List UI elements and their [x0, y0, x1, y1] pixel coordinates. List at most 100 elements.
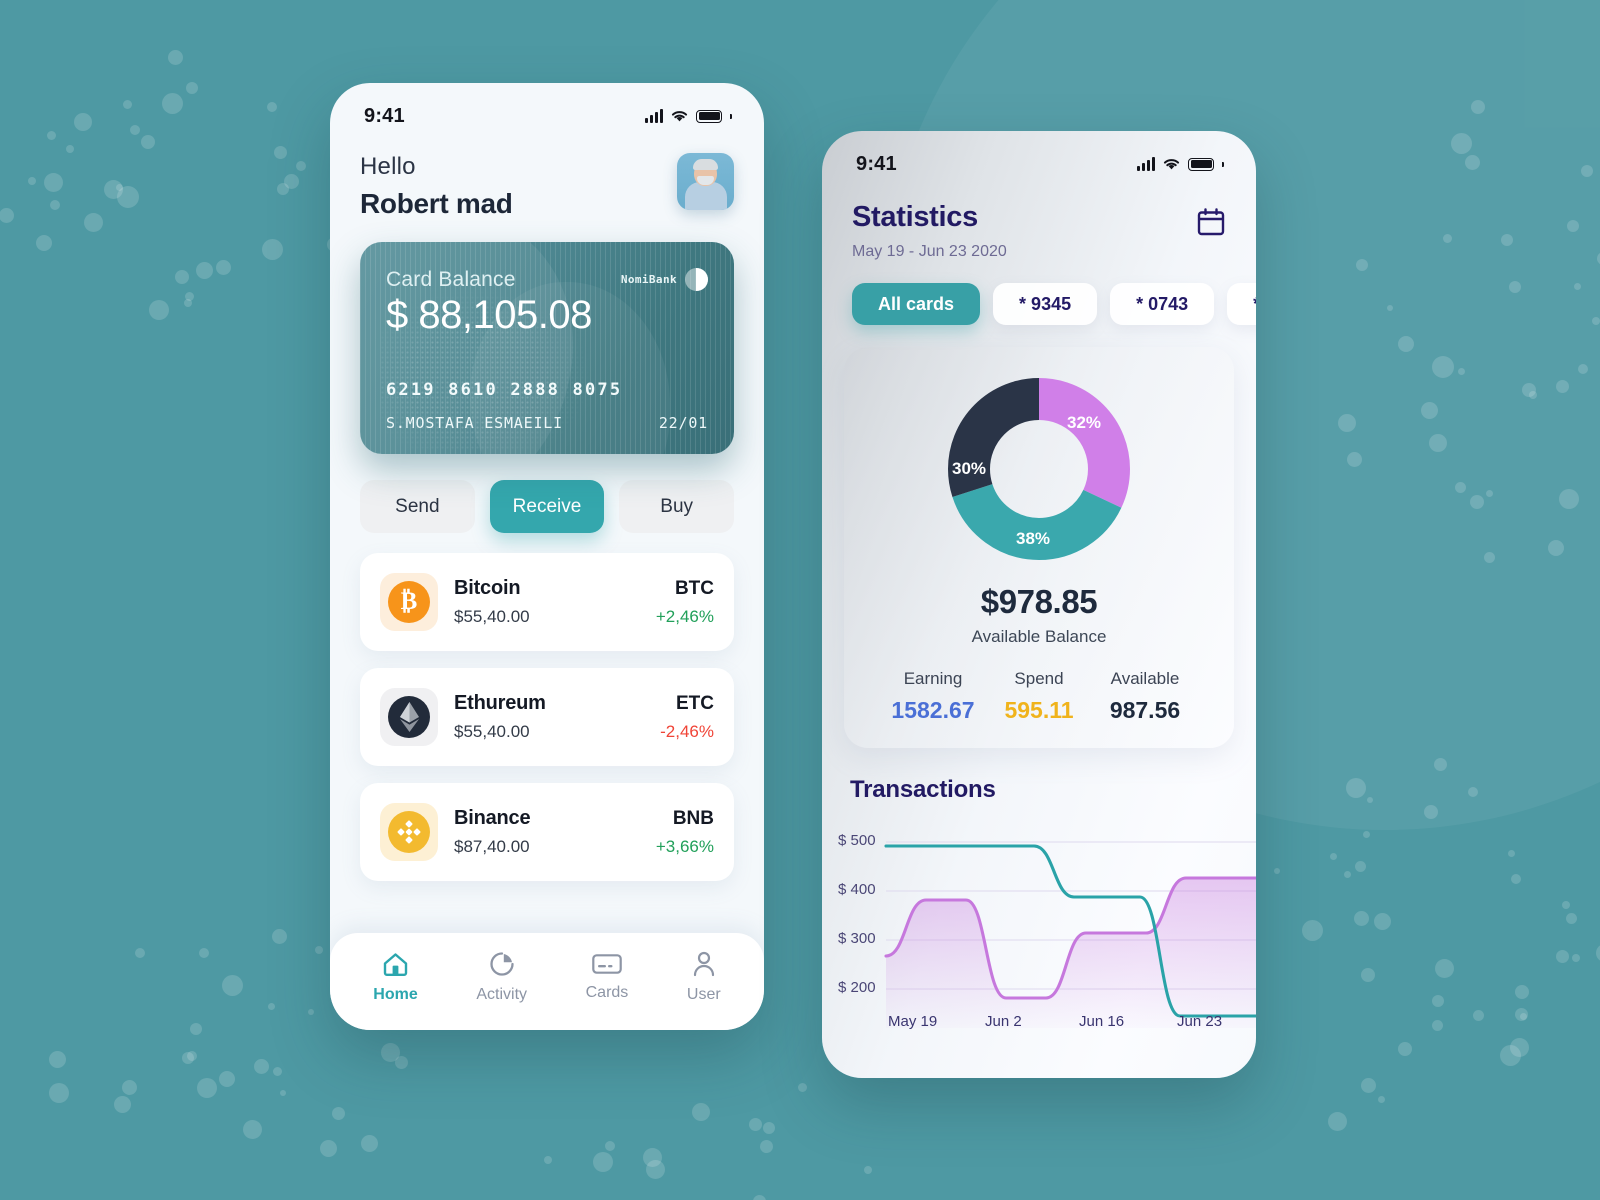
- chip-all-cards[interactable]: All cards: [852, 283, 981, 325]
- coin-change: -2,46%: [660, 721, 714, 741]
- buy-button[interactable]: Buy: [619, 480, 735, 533]
- status-bar-left: 9:41: [330, 83, 764, 139]
- stat-value: 595.11: [1004, 697, 1074, 723]
- y-axis-label: $ 400: [838, 881, 876, 898]
- coin-info: Ethureum $55,40.00: [454, 692, 644, 742]
- stat-label: Earning: [903, 669, 963, 688]
- donut-chart-wrap: 32% 38% 30%: [864, 369, 1214, 569]
- transactions-chart: $ 500 $ 400 $ 300 $ 200 May 19 Jun 2 Jun…: [822, 820, 1256, 1030]
- chip-card-0743[interactable]: * 0743: [1110, 283, 1215, 325]
- bitcoin-icon: ₿: [380, 573, 438, 631]
- credit-card-icon: [592, 954, 622, 974]
- tab-cards[interactable]: Cards: [585, 953, 629, 1002]
- coin-info: Bitcoin $55,40.00: [454, 577, 640, 627]
- card-balance-amount: $ 88,105.08: [386, 293, 592, 337]
- available-balance-block: $978.85 Available Balance: [864, 583, 1214, 647]
- coin-price: $55,40.00: [454, 722, 530, 741]
- coin-name: Binance: [454, 807, 531, 829]
- status-bar-right: 9:41: [822, 131, 1256, 187]
- battery-tip-icon: [1222, 161, 1224, 167]
- receive-button[interactable]: Receive: [489, 480, 605, 533]
- tab-home[interactable]: Home: [373, 952, 418, 1004]
- balance-amount: $978.85: [980, 583, 1098, 620]
- greeting-text-block: Hello Robert mad: [360, 153, 513, 220]
- chip-card-more[interactable]: *: [1227, 283, 1256, 325]
- ethereum-glyph: [388, 696, 430, 738]
- action-buttons: Send Receive Buy: [330, 454, 764, 533]
- bitcoin-glyph: ₿: [388, 581, 430, 623]
- cellular-signal-icon: [645, 109, 663, 123]
- ethereum-icon: [380, 688, 438, 746]
- list-item[interactable]: Binance $87,40.00 BNB +3,66%: [360, 783, 734, 881]
- x-axis-label: Jun 16: [1079, 1013, 1125, 1030]
- status-icons: [645, 109, 732, 123]
- y-axis-label: $ 300: [838, 930, 876, 947]
- tab-user[interactable]: User: [687, 951, 721, 1004]
- balance-label: Available Balance: [971, 627, 1107, 646]
- wifi-icon: [671, 111, 688, 122]
- bank-name: NomiBank: [620, 273, 677, 286]
- x-axis-label: Jun 23: [1177, 1013, 1223, 1030]
- stat-earning: Earning 1582.67: [880, 669, 986, 724]
- status-icons: [1137, 157, 1224, 171]
- coin-price: $87,40.00: [454, 837, 530, 856]
- list-item[interactable]: Ethureum $55,40.00 ETC -2,46%: [360, 668, 734, 766]
- user-icon: [693, 951, 714, 977]
- coin-name: Ethureum: [454, 692, 546, 714]
- chip-card-9345[interactable]: * 9345: [993, 283, 1098, 325]
- crypto-list: ₿ Bitcoin $55,40.00 BTC +2,46% Ethureum …: [330, 533, 764, 881]
- tab-label: Cards: [585, 984, 629, 1001]
- home-icon: [383, 952, 408, 976]
- binance-glyph: [388, 811, 430, 853]
- stat-value: 987.56: [1109, 697, 1181, 723]
- coin-symbol: BNB: [672, 807, 714, 829]
- status-time: 9:41: [364, 104, 405, 127]
- x-axis-label: May 19: [888, 1013, 938, 1030]
- greeting-hello: Hello: [360, 153, 416, 180]
- phone-statistics-screen: 9:41 Statistics May 19 - Jun 23 2020 All…: [822, 131, 1256, 1078]
- tab-label: User: [686, 986, 721, 1003]
- card-filter-chips: All cards * 9345 * 0743 *: [822, 261, 1256, 325]
- bank-card[interactable]: Card Balance NomiBank $ 88,105.08 6219 8…: [360, 242, 734, 454]
- page-title: Statistics: [852, 201, 978, 233]
- avatar-body: [685, 182, 727, 210]
- tab-label: Home: [373, 985, 418, 1003]
- list-item[interactable]: ₿ Bitcoin $55,40.00 BTC +2,46%: [360, 553, 734, 651]
- wifi-icon: [1163, 159, 1180, 170]
- coin-change: +3,66%: [655, 836, 714, 856]
- bank-logo: NomiBank: [621, 268, 708, 291]
- statistics-panel: 32% 38% 30% $978.85 Available Balance Ea…: [844, 347, 1234, 748]
- stat-value: 1582.67: [891, 697, 975, 723]
- y-axis-label: $ 500: [838, 832, 876, 849]
- battery-icon: [1188, 157, 1214, 171]
- phone-home-screen: 9:41 Hello Robert mad Card Balance NomiB…: [330, 83, 764, 1030]
- calendar-icon[interactable]: [1196, 207, 1226, 237]
- avatar[interactable]: [677, 153, 734, 210]
- stat-label: Available: [1110, 669, 1180, 688]
- bank-mark-icon: [685, 268, 708, 291]
- card-balance-label: Card Balance: [386, 268, 516, 291]
- card-content: Card Balance NomiBank $ 88,105.08: [360, 242, 734, 454]
- stats-summary-row: Earning 1582.67 Spend 595.11 Available 9…: [864, 647, 1214, 724]
- coin-meta: BNB +3,66%: [656, 808, 714, 857]
- coin-price: $55,40.00: [454, 607, 530, 626]
- greeting-username: Robert mad: [360, 188, 513, 219]
- donut-label-purple: 32%: [1067, 413, 1102, 432]
- tab-label: Activity: [476, 986, 528, 1003]
- x-axis-label: Jun 2: [985, 1013, 1022, 1030]
- battery-icon: [696, 109, 722, 123]
- donut-label-navy: 30%: [952, 459, 987, 478]
- tab-activity[interactable]: Activity: [476, 951, 527, 1004]
- stat-label: Spend: [1014, 669, 1064, 688]
- cellular-signal-icon: [1137, 157, 1155, 171]
- send-button[interactable]: Send: [360, 480, 475, 533]
- donut-label-teal: 38%: [1016, 529, 1051, 548]
- coin-name: Bitcoin: [454, 577, 521, 599]
- transactions-title: Transactions: [850, 776, 996, 803]
- coin-meta: BTC +2,46%: [656, 578, 714, 627]
- pie-chart-icon: [490, 952, 514, 976]
- coin-change: +2,46%: [655, 606, 714, 626]
- donut-chart: 32% 38% 30%: [939, 369, 1139, 569]
- coin-symbol: ETC: [676, 692, 714, 714]
- bottom-tab-bar: Home Activity Cards User: [330, 933, 764, 1030]
